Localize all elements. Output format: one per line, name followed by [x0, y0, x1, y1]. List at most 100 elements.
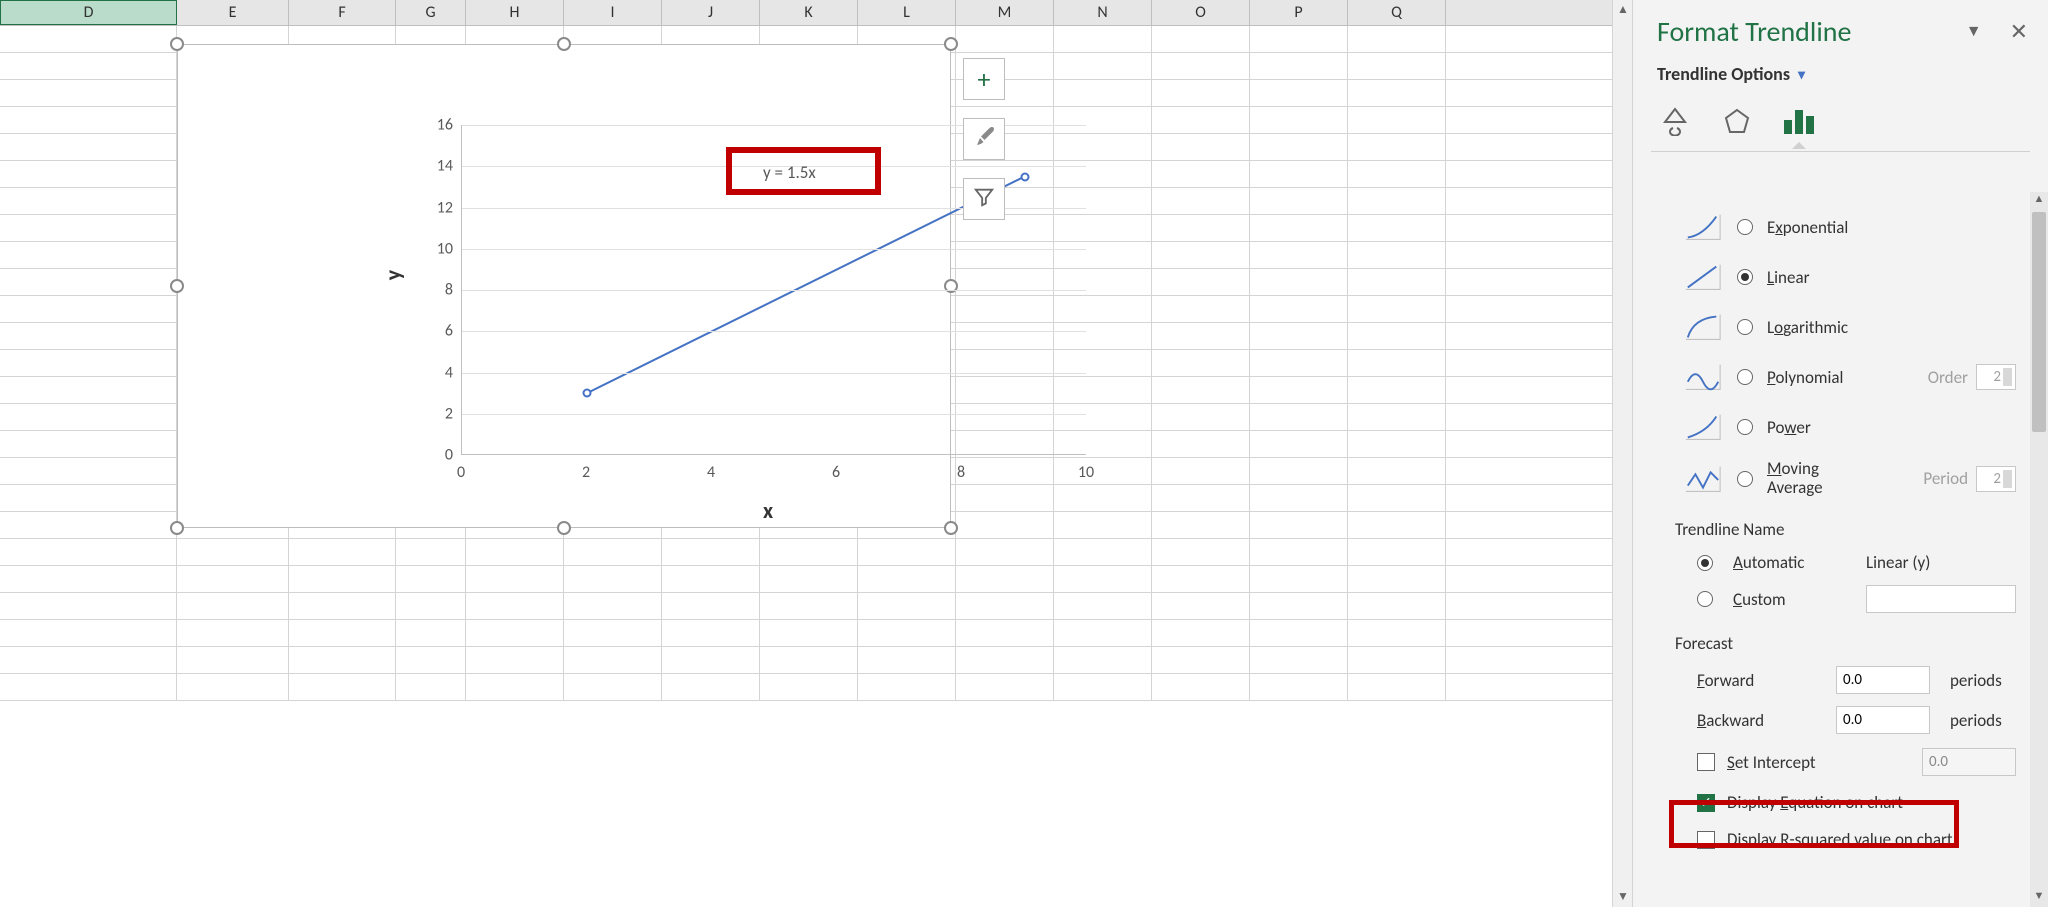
pane-subtitle[interactable]: Trendline Options ▾: [1633, 55, 2048, 93]
forward-unit: periods: [1950, 670, 2016, 691]
option-linear[interactable]: Linear: [1639, 252, 2026, 302]
forecast-backward-row: Backward periods: [1639, 700, 2026, 740]
sheet-scrollbar[interactable]: ▲ ▼: [1612, 0, 1632, 907]
period-spinner: 2: [1976, 466, 2016, 492]
radio-exponential[interactable]: [1737, 219, 1753, 235]
equation-highlight: [726, 147, 881, 195]
logarithmic-icon: [1683, 310, 1723, 344]
y-axis-label[interactable]: y: [380, 270, 407, 280]
tab-fill-line[interactable]: [1657, 103, 1693, 139]
pane-scroll-thumb[interactable]: [2032, 212, 2046, 432]
radio-linear[interactable]: [1737, 269, 1753, 285]
period-label: Period: [1923, 468, 1968, 489]
radio-moving-average[interactable]: [1737, 471, 1753, 487]
pane-scrollbar[interactable]: ▲ ▼: [2030, 192, 2048, 907]
scroll-up-icon[interactable]: ▲: [1613, 0, 1633, 20]
column-header-D[interactable]: D: [0, 0, 177, 25]
column-header-K[interactable]: K: [760, 0, 858, 25]
chart-handle-top-left[interactable]: [170, 37, 184, 51]
funnel-icon: [973, 186, 995, 213]
option-moving-average[interactable]: MovingAverage Period 2: [1639, 452, 2026, 505]
x-tick: 2: [582, 463, 590, 482]
pane-options-dropdown-icon[interactable]: ▼: [1966, 22, 1982, 41]
order-spinner: 2: [1976, 364, 2016, 390]
chart-filters-button[interactable]: [963, 178, 1005, 220]
forward-input[interactable]: [1836, 666, 1930, 694]
column-header-I[interactable]: I: [564, 0, 662, 25]
format-trendline-pane: Format Trendline ▼ ✕ Trendline Options ▾…: [1632, 0, 2048, 907]
scroll-down-icon[interactable]: ▼: [1613, 887, 1633, 907]
column-header-F[interactable]: F: [289, 0, 396, 25]
y-tick: 10: [423, 239, 453, 258]
column-header-Q[interactable]: Q: [1348, 0, 1446, 25]
pane-tabs: [1633, 93, 2048, 139]
brush-icon: [972, 125, 996, 154]
x-tick: 4: [707, 463, 715, 482]
forecast-forward-row: Forward periods: [1639, 660, 2026, 700]
name-automatic-row[interactable]: Automatic Linear (y): [1639, 546, 2026, 579]
forecast-section: Forecast: [1639, 619, 2026, 660]
chart-object[interactable]: y x y = 1.5x 02468101214160246810: [177, 44, 951, 528]
y-tick: 6: [423, 322, 453, 341]
y-tick: 16: [423, 116, 453, 135]
backward-input[interactable]: [1836, 706, 1930, 734]
chart-handle-mid-left[interactable]: [170, 279, 184, 293]
y-tick: 2: [423, 404, 453, 423]
chart-elements-button[interactable]: +: [963, 58, 1005, 100]
column-header-E[interactable]: E: [177, 0, 289, 25]
data-point[interactable]: [1020, 172, 1029, 181]
chart-handle-bot-mid[interactable]: [557, 521, 571, 535]
pane-scroll-up-icon[interactable]: ▲: [2030, 192, 2048, 210]
radio-name-custom[interactable]: [1697, 591, 1713, 607]
chart-styles-button[interactable]: [963, 118, 1005, 160]
polynomial-icon: [1683, 360, 1723, 394]
chart-handle-bot-left[interactable]: [170, 521, 184, 535]
name-custom-row[interactable]: Custom: [1639, 579, 2026, 619]
column-header-G[interactable]: G: [396, 0, 466, 25]
column-header-J[interactable]: J: [662, 0, 760, 25]
tab-series-options[interactable]: [1781, 103, 1817, 139]
x-axis-label[interactable]: x: [763, 497, 773, 524]
option-exponential[interactable]: Exponential: [1639, 202, 2026, 252]
column-header-P[interactable]: P: [1250, 0, 1348, 25]
pane-body: Exponential Linear Logarithmic Polynomia…: [1633, 192, 2048, 907]
x-tick: 8: [957, 463, 965, 482]
radio-name-automatic[interactable]: [1697, 555, 1713, 571]
backward-unit: periods: [1950, 710, 2016, 731]
tab-effects[interactable]: [1719, 103, 1755, 139]
column-header-H[interactable]: H: [466, 0, 564, 25]
column-header-N[interactable]: N: [1054, 0, 1152, 25]
y-tick: 12: [423, 198, 453, 217]
data-point[interactable]: [583, 389, 592, 398]
x-tick: 0: [457, 463, 465, 482]
checkbox-set-intercept[interactable]: [1697, 753, 1715, 771]
option-power[interactable]: Power: [1639, 402, 2026, 452]
y-tick: 0: [423, 446, 453, 465]
radio-power[interactable]: [1737, 419, 1753, 435]
option-polynomial[interactable]: Polynomial Order 2: [1639, 352, 2026, 402]
column-header-O[interactable]: O: [1152, 0, 1250, 25]
chart-handle-bot-right[interactable]: [944, 521, 958, 535]
set-intercept-row[interactable]: Set Intercept: [1639, 740, 2026, 784]
chart-handle-top-mid[interactable]: [557, 37, 571, 51]
power-icon: [1683, 410, 1723, 444]
column-header-L[interactable]: L: [858, 0, 956, 25]
linear-icon: [1683, 260, 1723, 294]
name-custom-input[interactable]: [1866, 585, 2016, 613]
chart-handle-top-right[interactable]: [944, 37, 958, 51]
y-tick: 8: [423, 281, 453, 300]
trendline-name-section: Trendline Name: [1639, 505, 2026, 546]
pane-title: Format Trendline: [1657, 14, 1966, 49]
chart-tool-buttons: +: [963, 58, 1005, 238]
x-tick: 10: [1078, 463, 1094, 482]
pane-scroll-down-icon[interactable]: ▼: [2030, 889, 2048, 907]
set-intercept-input: [1922, 748, 2016, 776]
exponential-icon: [1683, 210, 1723, 244]
pane-close-icon[interactable]: ✕: [2010, 18, 2028, 45]
option-logarithmic[interactable]: Logarithmic: [1639, 302, 2026, 352]
moving-average-icon: [1683, 462, 1723, 496]
radio-polynomial[interactable]: [1737, 369, 1753, 385]
column-header-M[interactable]: M: [956, 0, 1054, 25]
y-tick: 14: [423, 157, 453, 176]
radio-logarithmic[interactable]: [1737, 319, 1753, 335]
